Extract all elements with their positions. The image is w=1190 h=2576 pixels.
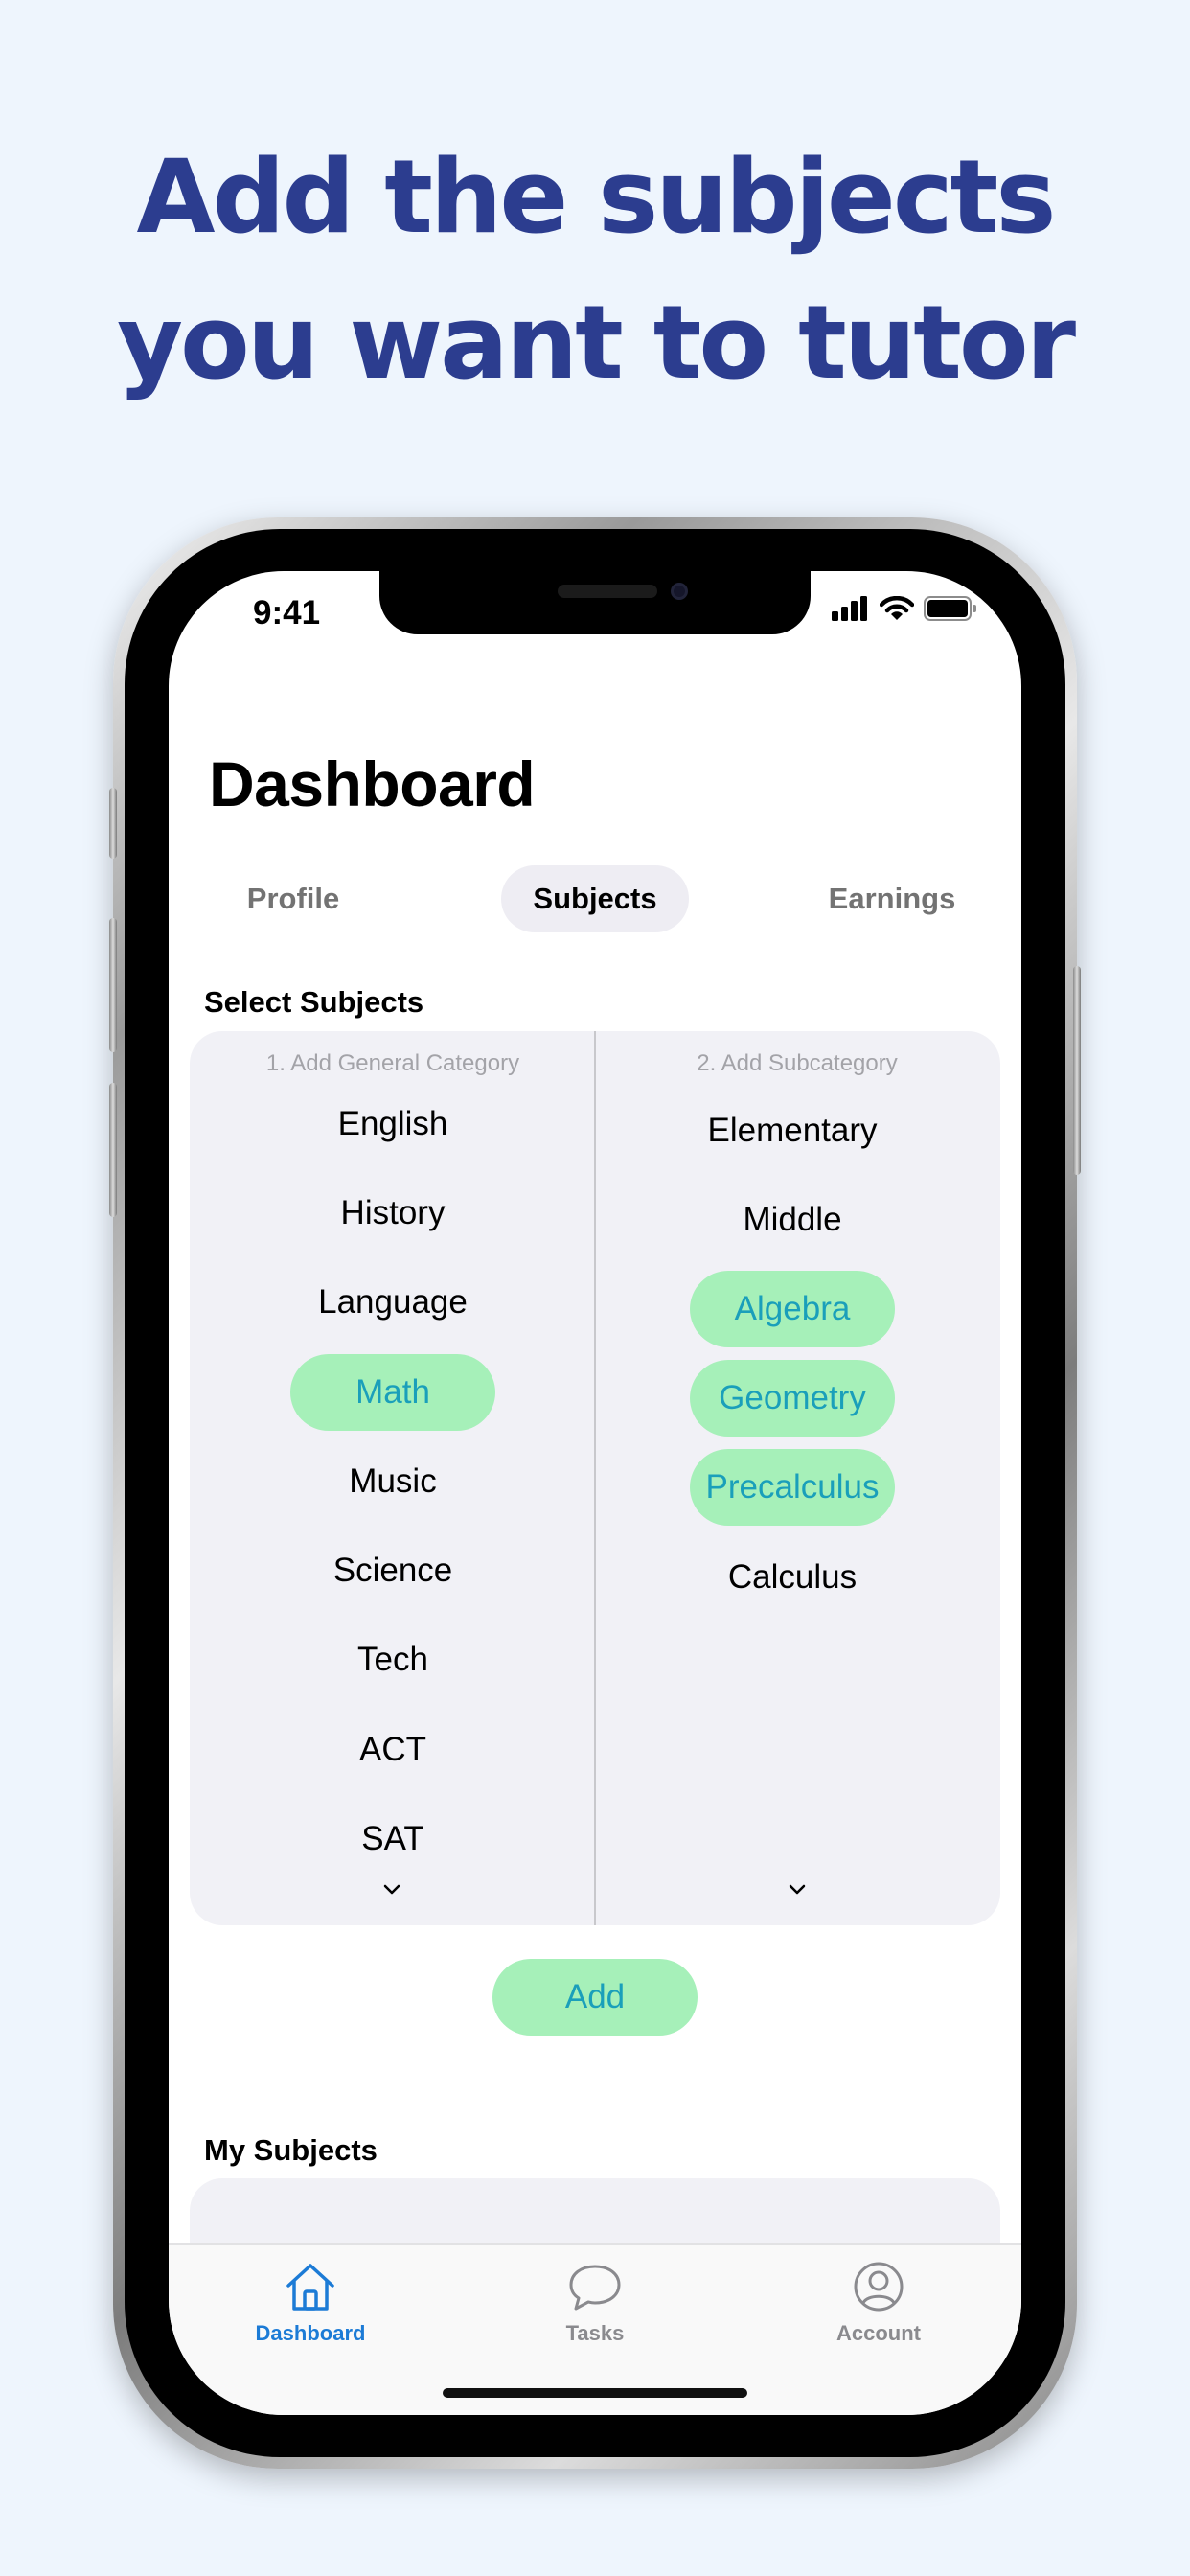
general-item-music[interactable]: Music: [290, 1443, 495, 1520]
volume-up-button: [109, 918, 117, 1052]
segmented-tabs: Profile Subjects Earnings: [217, 865, 973, 932]
sub-item-middle-school[interactable]: Middle School: [690, 1182, 895, 1315]
battery-icon: [924, 596, 976, 621]
sub-item-precalculus[interactable]: Precalculus: [690, 1449, 895, 1526]
general-item-history[interactable]: History: [290, 1175, 495, 1252]
headline-line-2: you want to tutor: [116, 284, 1076, 402]
add-button[interactable]: Add: [492, 1959, 698, 2036]
volume-down-button: [109, 1083, 117, 1217]
speech-bubble-icon: [569, 2265, 621, 2311]
tab-subjects[interactable]: Subjects: [501, 865, 689, 932]
wifi-icon: [880, 596, 914, 620]
notch: [379, 571, 811, 634]
sub-item-calculus[interactable]: Calculus: [690, 1539, 895, 1616]
general-item-english[interactable]: English: [290, 1086, 495, 1162]
chevron-down-icon[interactable]: [788, 1880, 807, 1899]
home-indicator[interactable]: [443, 2388, 747, 2398]
subject-picker: 1. Add General Category English History …: [190, 1031, 1000, 1925]
general-category-header: 1. Add General Category: [265, 1050, 520, 1076]
person-circle-icon: [854, 2262, 904, 2312]
general-item-language[interactable]: Language: [290, 1264, 495, 1341]
my-subjects-label: My Subjects: [204, 2133, 378, 2167]
select-subjects-label: Select Subjects: [204, 985, 424, 1019]
house-icon: [286, 2264, 334, 2311]
power-button: [1073, 966, 1081, 1175]
tab-earnings[interactable]: Earnings: [811, 865, 973, 932]
tabbar-dashboard-label: Dashboard: [255, 2321, 366, 2345]
headline-line-1: Add the subjects: [136, 138, 1057, 256]
picker-divider: [594, 1031, 596, 1925]
general-item-math[interactable]: Math: [290, 1354, 495, 1431]
chevron-down-icon[interactable]: [382, 1880, 401, 1899]
general-item-act[interactable]: ACT: [290, 1712, 495, 1788]
tab-profile[interactable]: Profile: [217, 865, 370, 932]
mute-switch: [109, 788, 117, 859]
page-title: Dashboard: [209, 748, 536, 819]
tabbar-account[interactable]: Account: [792, 2261, 965, 2346]
tabbar-account-label: Account: [836, 2321, 921, 2345]
signal-icon: [832, 596, 867, 621]
sub-item-algebra[interactable]: Algebra: [690, 1271, 895, 1347]
subcategory-header: 2. Add Subcategory: [697, 1050, 898, 1076]
front-camera: [671, 583, 688, 600]
tabbar-tasks[interactable]: Tasks: [509, 2261, 681, 2346]
phone-screen: 9:41 Dashboard Profile Subjects Earnings…: [169, 571, 1021, 2415]
general-item-sat[interactable]: SAT: [290, 1801, 495, 1877]
sub-item-geometry[interactable]: Geometry: [690, 1360, 895, 1437]
tabbar-tasks-label: Tasks: [565, 2321, 625, 2345]
tabbar-dashboard[interactable]: Dashboard: [224, 2261, 397, 2346]
general-item-tech[interactable]: Tech: [290, 1622, 495, 1698]
general-item-science[interactable]: Science: [290, 1532, 495, 1609]
headline: Add the subjects you want to tutor: [0, 125, 1190, 416]
sub-item-elementary[interactable]: Elementary: [690, 1092, 895, 1169]
status-icons: [832, 596, 977, 621]
status-time: 9:41: [253, 594, 321, 632]
